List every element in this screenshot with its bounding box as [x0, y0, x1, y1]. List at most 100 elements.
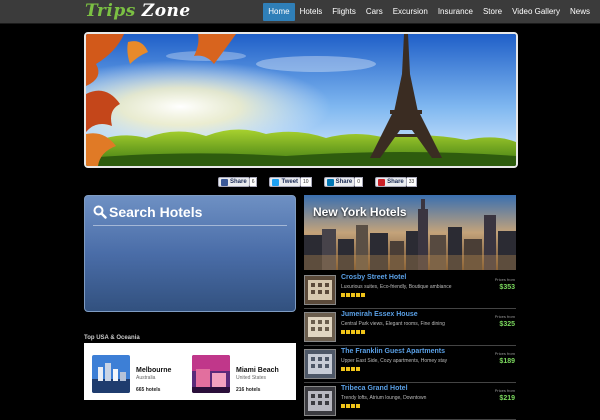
star-icon: [356, 367, 360, 371]
facebook-icon: [221, 178, 228, 186]
nav-item-store[interactable]: Store: [478, 3, 507, 21]
hotel-thumbnail[interactable]: [304, 349, 336, 379]
share-button-twitter[interactable]: Tweet 10: [269, 177, 312, 187]
share-button-face[interactable]: Share: [375, 177, 407, 187]
main-nav: Home Hotels Flights Cars Excursion Insurance S…: [263, 3, 595, 21]
logo-word-trips: Trips: [85, 1, 136, 21]
hotel-thumbnail[interactable]: [304, 386, 336, 416]
destination-city[interactable]: Melbourne: [136, 367, 171, 374]
destination-hotel-count: 665 hotels: [136, 387, 161, 393]
nav-item-cars[interactable]: Cars: [361, 3, 388, 21]
star-icon: [356, 404, 360, 408]
share-label: Tweet: [281, 179, 299, 185]
pinterest-icon: [378, 178, 386, 186]
destination-city[interactable]: Miami Beach: [236, 367, 279, 374]
hotel-name-link[interactable]: Tribeca Grand Hotel: [341, 385, 408, 392]
hotel-star-rating: [341, 330, 365, 334]
star-icon: [346, 367, 350, 371]
star-icon: [356, 330, 360, 334]
twitter-icon: [272, 178, 280, 186]
share-bar: Share 6 Tweet 10 Share 0 Share 33: [218, 177, 418, 187]
site-logo[interactable]: Trips Zone: [85, 1, 191, 21]
nav-item-excursion[interactable]: Excursion: [388, 3, 433, 21]
destination-country: Australia: [136, 375, 156, 381]
hotel-price: $325: [499, 321, 515, 328]
search-hotels-panel: Search Hotels: [84, 195, 296, 312]
nav-item-home[interactable]: Home: [263, 3, 295, 21]
price-from-label: Prices from: [494, 314, 515, 319]
share-count: 33: [406, 177, 418, 187]
eiffel-tower-image: [86, 34, 516, 166]
nav-item-hotels[interactable]: Hotels: [295, 3, 328, 21]
hotel-name-link[interactable]: Crosby Street Hotel: [341, 274, 406, 281]
miami-beach-thumbnail: [192, 355, 230, 393]
hotel-thumbnail[interactable]: [304, 312, 336, 342]
hotel-row[interactable]: Tribeca Grand Hotel Trendy lofts, Atrium …: [304, 383, 516, 420]
destination-hotel-count: 216 hotels: [236, 387, 261, 393]
destination-card-melbourne[interactable]: Melbourne Australia 665 hotels: [92, 355, 171, 393]
share-label: Share: [230, 179, 247, 185]
hotel-description: Trendy lofts, Atrium lounge, Downtown: [341, 395, 427, 401]
share-button-linkedin[interactable]: Share 0: [323, 177, 364, 187]
star-icon: [346, 404, 350, 408]
star-icon: [346, 293, 350, 297]
new-york-hotels-title: New York Hotels: [313, 205, 407, 219]
star-icon: [356, 293, 360, 297]
search-icon: [93, 205, 107, 219]
star-icon: [341, 367, 345, 371]
hotel-price: $353: [499, 284, 515, 291]
nav-item-insurance[interactable]: Insurance: [433, 3, 478, 21]
nav-item-flights[interactable]: Flights: [327, 3, 361, 21]
hotel-list: Crosby Street Hotel Luxurious suites, Eco…: [304, 272, 516, 420]
hotel-description: Upper East Side, Cozy apartments, Homey …: [341, 358, 448, 364]
share-count: 0: [355, 177, 364, 187]
hotel-name-link[interactable]: Jumeirah Essex House: [341, 311, 418, 318]
hotel-row[interactable]: Jumeirah Essex House Central Park views, …: [304, 309, 516, 346]
star-icon: [351, 367, 355, 371]
hotel-row[interactable]: Crosby Street Hotel Luxurious suites, Eco…: [304, 272, 516, 309]
star-icon: [351, 404, 355, 408]
section-title: Top USA & Oceania: [84, 335, 140, 341]
share-button-facebook[interactable]: Share 6: [218, 177, 258, 187]
destination-card-miami-beach[interactable]: Miami Beach United States 216 hotels: [192, 355, 279, 393]
new-york-hotels-header: New York Hotels: [304, 195, 516, 270]
search-hotels-title: Search Hotels: [93, 204, 202, 220]
price-from-label: Prices from: [494, 277, 515, 282]
star-icon: [346, 330, 350, 334]
star-icon: [351, 330, 355, 334]
hotel-star-rating: [341, 367, 360, 371]
hotel-description: Central Park views, Elegant rooms, Fine …: [341, 321, 445, 327]
price-from-label: Prices from: [494, 388, 515, 393]
linkedin-icon: [326, 178, 334, 186]
melbourne-thumbnail: [92, 355, 130, 393]
top-bar: Trips Zone Home Hotels Flights Cars Excursion…: [0, 0, 600, 24]
star-icon: [341, 330, 345, 334]
hotel-thumbnail[interactable]: [304, 275, 336, 305]
share-button-face[interactable]: Share: [323, 177, 356, 187]
top-destinations: Melbourne Australia 665 hotels Miami Bea…: [84, 343, 296, 400]
share-count: 6: [249, 177, 258, 187]
divider: [93, 225, 287, 226]
share-label: Share: [387, 179, 404, 185]
nav-item-video-gallery[interactable]: Video Gallery: [507, 3, 565, 21]
logo-word-zone: Zone: [141, 1, 191, 21]
share-button-face[interactable]: Share: [218, 177, 250, 187]
share-label: Share: [335, 179, 353, 185]
hero-banner: [84, 32, 518, 168]
nav-item-news[interactable]: News: [565, 3, 595, 21]
hotel-name-link[interactable]: The Franklin Guest Apartments: [341, 348, 445, 355]
hotel-star-rating: [341, 293, 365, 297]
star-icon: [361, 293, 365, 297]
share-button-pinterest[interactable]: Share 33: [375, 177, 418, 187]
star-icon: [341, 404, 345, 408]
share-button-face[interactable]: Tweet: [269, 177, 302, 187]
hotel-star-rating: [341, 404, 360, 408]
search-hotels-label: Search Hotels: [109, 204, 203, 220]
price-from-label: Prices from: [494, 351, 515, 356]
star-icon: [341, 293, 345, 297]
share-count: 10: [301, 177, 312, 187]
hotel-row[interactable]: The Franklin Guest Apartments Upper East …: [304, 346, 516, 383]
hotel-price: $219: [499, 395, 515, 402]
destination-country: United States: [236, 375, 267, 381]
star-icon: [361, 330, 365, 334]
